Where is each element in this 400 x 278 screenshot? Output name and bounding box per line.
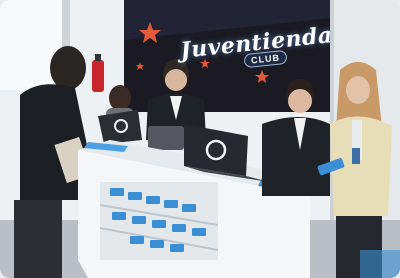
laptop-left (98, 110, 142, 144)
fire-extinguisher (92, 60, 104, 92)
lanyard-badge (352, 148, 360, 164)
event-photo: Juventienda CLUB (0, 0, 400, 278)
card-printer (148, 126, 184, 150)
